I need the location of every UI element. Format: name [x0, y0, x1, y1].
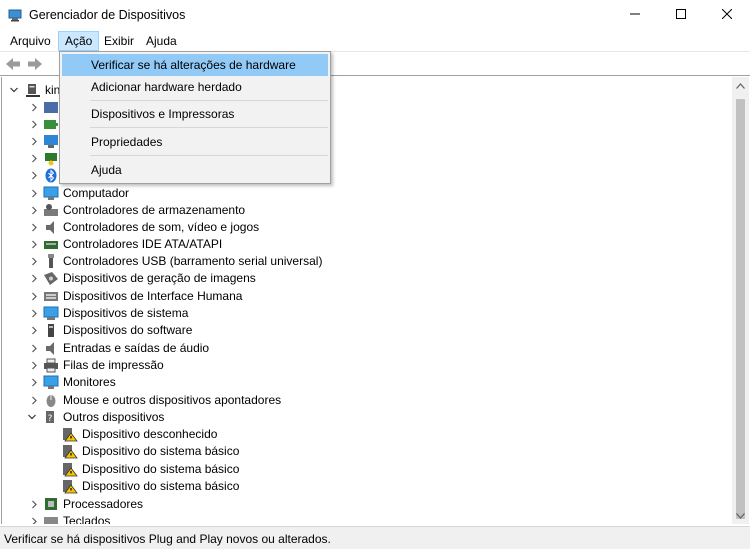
expand-chevron-icon[interactable]: [29, 513, 39, 524]
warning-device-icon: [62, 427, 78, 442]
expand-chevron-icon[interactable]: [29, 99, 39, 116]
expand-chevron-icon[interactable]: [29, 270, 39, 287]
speaker-icon: [43, 220, 59, 235]
camera-icon: [43, 271, 59, 286]
warning-device-icon: [62, 444, 78, 459]
expand-chevron-icon[interactable]: [29, 202, 39, 219]
expand-chevron-icon[interactable]: [29, 253, 39, 270]
back-arrow-icon[interactable]: [4, 55, 22, 73]
expand-chevron-icon[interactable]: [29, 322, 39, 339]
other-devices-icon: ?: [43, 410, 59, 425]
menu-acao[interactable]: Ação: [58, 31, 100, 51]
vertical-scrollbar[interactable]: [732, 77, 749, 524]
expand-chevron-icon[interactable]: [29, 150, 39, 167]
menu-item-scan-hardware[interactable]: Verificar se há alterações de hardware: [62, 54, 328, 76]
hid-icon: [43, 289, 59, 304]
title-bar: Gerenciador de Dispositivos: [0, 0, 750, 30]
expand-chevron-icon[interactable]: [29, 236, 39, 253]
menu-item-help[interactable]: Ajuda: [62, 159, 328, 181]
scroll-down-icon[interactable]: [732, 507, 749, 524]
menu-separator: [90, 155, 328, 156]
maximize-button[interactable]: [658, 0, 704, 30]
menu-exibir[interactable]: Exibir: [98, 31, 140, 51]
minimize-icon: [630, 8, 640, 22]
audio-icon: [43, 341, 59, 356]
menu-ajuda[interactable]: Ajuda: [140, 31, 183, 51]
expand-chevron-icon[interactable]: [29, 340, 39, 357]
expand-chevron-icon[interactable]: [29, 374, 39, 391]
storage-icon: [43, 203, 59, 218]
expand-chevron-icon[interactable]: [29, 167, 39, 184]
batteries-icon: [43, 117, 59, 132]
collapse-chevron-icon[interactable]: [27, 409, 37, 426]
collapse-chevron-icon[interactable]: [9, 82, 19, 99]
computer-icon: [43, 186, 59, 201]
menu-item-devices-printers[interactable]: Dispositivos e Impressoras: [62, 103, 328, 125]
expand-chevron-icon[interactable]: [29, 357, 39, 374]
printer-icon: [43, 358, 59, 373]
monitor-icon: [43, 375, 59, 390]
network-icon: [43, 151, 59, 166]
warning-device-icon: [62, 479, 78, 494]
menu-arquivo[interactable]: Arquivo: [4, 31, 57, 51]
scroll-up-icon[interactable]: [732, 77, 749, 94]
status-bar: Verificar se há dispositivos Plug and Pl…: [0, 526, 750, 549]
expand-chevron-icon[interactable]: [29, 185, 39, 202]
ide-icon: [43, 237, 59, 252]
warning-device-icon: [62, 462, 78, 477]
processor-icon: [43, 497, 59, 512]
expand-chevron-icon[interactable]: [29, 305, 39, 322]
status-text: Verificar se há dispositivos Plug and Pl…: [4, 532, 331, 546]
monitor-icon: [43, 134, 59, 149]
menu-bar: Arquivo Ação Exibir Ajuda: [0, 30, 750, 51]
usb-icon: [43, 254, 59, 269]
software-icon: [43, 323, 59, 338]
forward-arrow-icon[interactable]: [26, 55, 44, 73]
close-button[interactable]: [704, 0, 750, 30]
maximize-icon: [676, 8, 686, 22]
device-manager-icon: [8, 8, 22, 22]
mouse-icon: [43, 393, 59, 408]
menu-separator: [90, 127, 328, 128]
menu-item-add-legacy-hardware[interactable]: Adicionar hardware herdado: [62, 76, 328, 98]
close-icon: [721, 8, 733, 22]
window-title: Gerenciador de Dispositivos: [29, 8, 186, 22]
bluetooth-icon: [43, 168, 59, 183]
expand-chevron-icon[interactable]: [29, 496, 39, 513]
expand-chevron-icon[interactable]: [29, 392, 39, 409]
scrollbar-thumb[interactable]: [736, 99, 745, 519]
expand-chevron-icon[interactable]: [29, 219, 39, 236]
menu-separator: [90, 100, 328, 101]
minimize-button[interactable]: [612, 0, 658, 30]
menu-item-properties[interactable]: Propriedades: [62, 131, 328, 153]
expand-chevron-icon[interactable]: [29, 133, 39, 150]
audio-inputs-icon: [43, 100, 59, 115]
expand-chevron-icon[interactable]: [29, 116, 39, 133]
keyboard-icon: [43, 514, 59, 524]
acao-dropdown-menu: Verificar se há alterações de hardware A…: [59, 51, 331, 184]
system-icon: [43, 306, 59, 321]
svg-text:?: ?: [48, 414, 53, 424]
computer-root-icon: [25, 83, 41, 98]
expand-chevron-icon[interactable]: [29, 288, 39, 305]
